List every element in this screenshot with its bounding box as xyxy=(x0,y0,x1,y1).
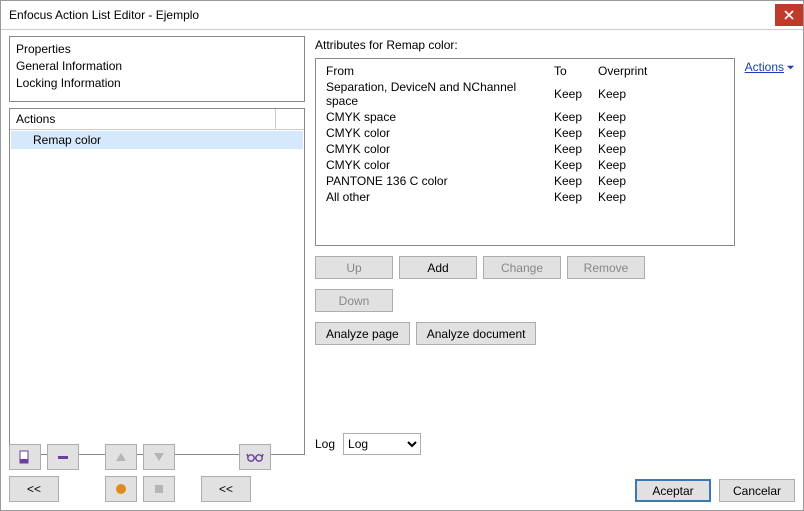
dialog-window: Enfocus Action List Editor - Ejemplo Pro… xyxy=(0,0,804,511)
down-button[interactable]: Down xyxy=(315,289,393,312)
analyze-page-button[interactable]: Analyze page xyxy=(315,322,410,345)
table-row[interactable]: CMYK colorKeepKeep xyxy=(322,125,734,141)
action-item-remap-color[interactable]: Remap color xyxy=(11,131,303,149)
cell-to: Keep xyxy=(550,157,594,173)
cell-to: Keep xyxy=(550,109,594,125)
tool-record-button[interactable] xyxy=(105,476,137,502)
cell-from: Separation, DeviceN and NChannel space xyxy=(322,79,550,109)
remove-button[interactable]: Remove xyxy=(567,256,645,279)
attributes-panel: Attributes for Remap color: From To Over… xyxy=(315,36,795,455)
properties-list[interactable]: Properties General Information Locking I… xyxy=(9,36,305,102)
attributes-table: From To Overprint Separation, DeviceN an… xyxy=(322,63,734,205)
tool-preview-button[interactable] xyxy=(239,444,271,470)
table-row[interactable]: CMYK spaceKeepKeep xyxy=(322,109,734,125)
document-icon xyxy=(18,450,32,464)
cell-overprint: Keep xyxy=(594,125,734,141)
tool-move-down-button[interactable] xyxy=(143,444,175,470)
actions-dropdown-link[interactable]: Actions xyxy=(745,60,795,74)
cell-overprint: Keep xyxy=(594,141,734,157)
properties-item-locking[interactable]: Locking Information xyxy=(16,75,298,92)
cell-from: CMYK space xyxy=(322,109,550,125)
cell-from: CMYK color xyxy=(322,125,550,141)
table-row[interactable]: All otherKeepKeep xyxy=(322,189,734,205)
tool-new-button[interactable] xyxy=(9,444,41,470)
tool-back-button-1[interactable]: << xyxy=(9,476,59,502)
cell-from: CMYK color xyxy=(322,141,550,157)
action-item-label: Remap color xyxy=(33,133,101,147)
cell-to: Keep xyxy=(550,141,594,157)
actions-header-row: Actions xyxy=(10,109,304,130)
cell-overprint: Keep xyxy=(594,173,734,189)
tool-move-up-button[interactable] xyxy=(105,444,137,470)
triangle-up-icon xyxy=(115,451,127,463)
properties-item-general[interactable]: General Information xyxy=(16,58,298,75)
table-row[interactable]: Separation, DeviceN and NChannel spaceKe… xyxy=(322,79,734,109)
cell-overprint: Keep xyxy=(594,79,734,109)
cell-from: PANTONE 136 C color xyxy=(322,173,550,189)
table-row[interactable]: CMYK colorKeepKeep xyxy=(322,141,734,157)
cell-to: Keep xyxy=(550,79,594,109)
attributes-table-box[interactable]: From To Overprint Separation, DeviceN an… xyxy=(315,58,735,246)
cell-overprint: Keep xyxy=(594,157,734,173)
cell-from: All other xyxy=(322,189,550,205)
col-to[interactable]: To xyxy=(550,63,594,79)
add-button[interactable]: Add xyxy=(399,256,477,279)
actions-header: Actions xyxy=(10,109,275,129)
window-title: Enfocus Action List Editor - Ejemplo xyxy=(9,8,775,22)
analyze-document-button[interactable]: Analyze document xyxy=(416,322,537,345)
up-button[interactable]: Up xyxy=(315,256,393,279)
accept-button[interactable]: Aceptar xyxy=(635,479,711,502)
left-panel: Properties General Information Locking I… xyxy=(9,36,305,455)
tool-delete-button[interactable] xyxy=(47,444,79,470)
triangle-down-icon xyxy=(153,451,165,463)
glasses-icon xyxy=(246,451,264,463)
close-button[interactable] xyxy=(775,4,803,26)
tool-back-button-2[interactable]: << xyxy=(201,476,251,502)
table-row[interactable]: PANTONE 136 C colorKeepKeep xyxy=(322,173,734,189)
title-bar: Enfocus Action List Editor - Ejemplo xyxy=(1,1,803,30)
stop-icon xyxy=(153,483,165,495)
cell-to: Keep xyxy=(550,189,594,205)
footer-toolbar: << xyxy=(1,438,803,510)
actions-list[interactable]: Actions Remap color xyxy=(9,108,305,455)
cell-from: CMYK color xyxy=(322,157,550,173)
cell-to: Keep xyxy=(550,173,594,189)
actions-link-label: Actions xyxy=(745,60,784,74)
minus-icon xyxy=(56,450,70,464)
cell-to: Keep xyxy=(550,125,594,141)
col-from[interactable]: From xyxy=(322,63,550,79)
table-row[interactable]: CMYK colorKeepKeep xyxy=(322,157,734,173)
cancel-button[interactable]: Cancelar xyxy=(719,479,795,502)
properties-header: Properties xyxy=(16,41,298,58)
attributes-title: Attributes for Remap color: xyxy=(315,38,795,52)
chevron-down-icon xyxy=(786,63,795,72)
actions-header-col2 xyxy=(275,109,304,129)
close-icon xyxy=(784,10,794,20)
col-overprint[interactable]: Overprint xyxy=(594,63,734,79)
change-button[interactable]: Change xyxy=(483,256,561,279)
cell-overprint: Keep xyxy=(594,189,734,205)
tool-stop-button[interactable] xyxy=(143,476,175,502)
cell-overprint: Keep xyxy=(594,109,734,125)
record-icon xyxy=(115,483,127,495)
